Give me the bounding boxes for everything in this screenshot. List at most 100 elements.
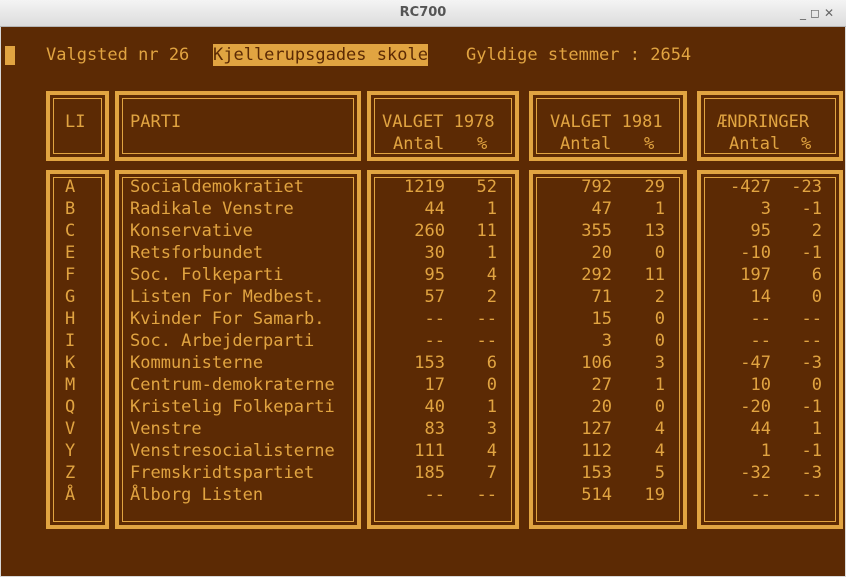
percent-1981: 2: [654, 287, 665, 307]
title-bar[interactable]: RC700 _ ◻ ✕: [0, 0, 846, 27]
change-votes: --: [750, 309, 771, 329]
votes-1981: 15: [591, 309, 612, 329]
percent-1981: 1: [654, 375, 665, 395]
percent-1978: 7: [486, 463, 497, 483]
column-header-li: LI: [65, 112, 86, 132]
change-votes: 1: [760, 441, 771, 461]
percent-1978: --: [476, 309, 497, 329]
change-percent: 1: [811, 419, 822, 439]
change-votes: -47: [740, 353, 771, 373]
change-votes: -10: [740, 243, 771, 263]
subheader-antal-change: Antal: [729, 134, 781, 154]
change-votes: 14: [750, 287, 771, 307]
subheader-pct-1981: %: [644, 134, 655, 154]
list-letter: K: [65, 353, 76, 373]
party-name: Ålborg Listen: [130, 485, 264, 505]
percent-1981: 5: [654, 463, 665, 483]
change-percent: 6: [811, 265, 822, 285]
percent-1981: 29: [644, 177, 665, 197]
percent-1981: 4: [654, 441, 665, 461]
change-percent: -1: [801, 243, 822, 263]
change-votes: -32: [740, 463, 771, 483]
list-letter: Y: [65, 441, 76, 461]
subheader-pct-change: %: [801, 134, 812, 154]
change-votes: 3: [760, 199, 771, 219]
subheader-antal-1978: Antal: [393, 134, 445, 154]
votes-1981: 127: [581, 419, 612, 439]
terminal-screen[interactable]: Valgsted nr 26 Kjellerupsgades skole Gyl…: [1, 27, 845, 576]
list-letter: H: [65, 309, 76, 329]
percent-1981: 1: [654, 199, 665, 219]
votes-1978: --: [424, 309, 445, 329]
change-percent: --: [801, 309, 822, 329]
percent-1981: 0: [654, 243, 665, 263]
party-name: Soc. Folkeparti: [130, 265, 284, 285]
percent-1981: 3: [654, 353, 665, 373]
change-percent: 2: [811, 221, 822, 241]
change-votes: 197: [740, 265, 771, 285]
column-header-1978: VALGET 1978: [382, 112, 495, 132]
percent-1978: 52: [476, 177, 497, 197]
percent-1981: 0: [654, 309, 665, 329]
percent-1978: 11: [476, 221, 497, 241]
party-name: Kommunisterne: [130, 353, 264, 373]
votes-1978: 111: [414, 441, 445, 461]
percent-1981: 19: [644, 485, 665, 505]
list-letter: Q: [65, 397, 76, 417]
percent-1978: 1: [486, 397, 497, 417]
party-name: Kvinder For Samarb.: [130, 309, 325, 329]
party-name: Soc. Arbejderparti: [130, 331, 315, 351]
percent-1981: 13: [644, 221, 665, 241]
votes-1978: 40: [424, 397, 445, 417]
change-votes: -427: [730, 177, 771, 197]
percent-1978: 0: [486, 375, 497, 395]
close-icon[interactable]: ✕: [821, 5, 837, 21]
votes-1978: 1219: [404, 177, 445, 197]
votes-1981: 355: [581, 221, 612, 241]
party-name: Listen For Medbest.: [130, 287, 325, 307]
change-votes: 44: [750, 419, 771, 439]
votes-1978: --: [424, 485, 445, 505]
percent-1978: --: [476, 485, 497, 505]
application-window: RC700 _ ◻ ✕ Valgsted nr 26 Kjellerupsgad…: [0, 0, 846, 577]
votes-1981: 20: [591, 243, 612, 263]
votes-1981: 153: [581, 463, 612, 483]
percent-1981: 0: [654, 331, 665, 351]
change-votes: 10: [750, 375, 771, 395]
votes-1981: 514: [581, 485, 612, 505]
party-name: Kristelig Folkeparti: [130, 397, 335, 417]
votes-1978: 260: [414, 221, 445, 241]
percent-1978: 1: [486, 243, 497, 263]
change-votes: 95: [750, 221, 771, 241]
change-percent: -1: [801, 397, 822, 417]
votes-1981: 20: [591, 397, 612, 417]
change-percent: -3: [801, 463, 822, 483]
votes-1978: 30: [424, 243, 445, 263]
percent-1978: 6: [486, 353, 497, 373]
party-name: Radikale Venstre: [130, 199, 294, 219]
party-name: Centrum-demokraterne: [130, 375, 335, 395]
change-percent: -1: [801, 199, 822, 219]
text-cursor: [5, 46, 15, 65]
votes-1981: 792: [581, 177, 612, 197]
votes-1978: 83: [424, 419, 445, 439]
list-letter: G: [65, 287, 76, 307]
votes-1981: 47: [591, 199, 612, 219]
percent-1981: 4: [654, 419, 665, 439]
change-votes: -20: [740, 397, 771, 417]
votes-1978: 44: [424, 199, 445, 219]
percent-1978: 4: [486, 265, 497, 285]
change-percent: 0: [811, 375, 822, 395]
list-letter: C: [65, 221, 76, 241]
votes-1981: 3: [601, 331, 612, 351]
votes-1981: 106: [581, 353, 612, 373]
change-percent: --: [801, 485, 822, 505]
list-letter: I: [65, 331, 76, 351]
percent-1978: 4: [486, 441, 497, 461]
party-name: Retsforbundet: [130, 243, 264, 263]
party-name: Fremskridtspartiet: [130, 463, 315, 483]
votes-1981: 112: [581, 441, 612, 461]
votes-1978: 95: [424, 265, 445, 285]
list-letter: Z: [65, 463, 76, 483]
subheader-antal-1981: Antal: [560, 134, 612, 154]
